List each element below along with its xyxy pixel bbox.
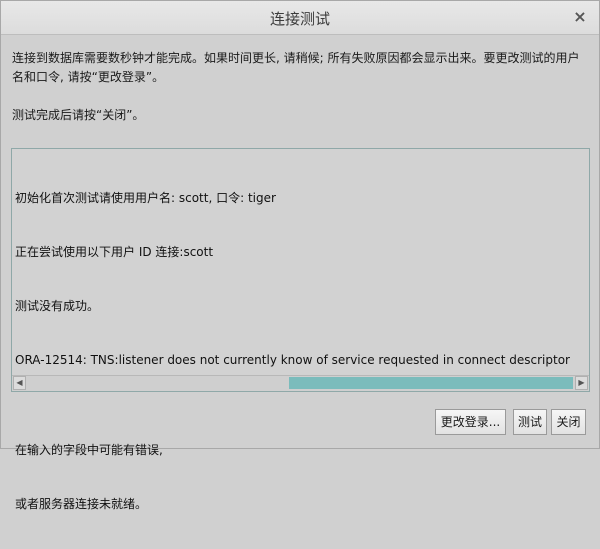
scroll-right-icon[interactable]: ▶ [575, 376, 588, 390]
test-button[interactable]: 测试 [513, 409, 547, 435]
log-text: 初始化首次测试请使用用户名: scott, 口令: tiger 正在尝试使用以下… [15, 153, 570, 549]
log-line: 或者服务器连接未就绪。 [15, 497, 148, 511]
info-line-1: 连接到数据库需要数秒钟才能完成。如果时间更长, 请稍候; 所有失败原因都会显示出… [12, 51, 580, 65]
log-line: 初始化首次测试请使用用户名: scott, 口令: tiger [15, 191, 276, 205]
log-line: 测试没有成功。 [15, 299, 100, 313]
log-line: 在输入的字段中可能有错误, [15, 443, 163, 457]
close-icon[interactable]: × [571, 7, 589, 27]
horizontal-scrollbar[interactable]: ◀ ▶ [12, 375, 589, 391]
close-button[interactable]: 关闭 [551, 409, 586, 435]
connection-test-dialog: 连接测试 × 连接到数据库需要数秒钟才能完成。如果时间更长, 请稍候; 所有失败… [0, 0, 600, 511]
info-text: 连接到数据库需要数秒钟才能完成。如果时间更长, 请稍候; 所有失败原因都会显示出… [12, 49, 587, 125]
log-line: ORA-12514: TNS:listener does not current… [15, 353, 570, 367]
info-line-2: 名和口令, 请按“更改登录”。 [12, 70, 165, 84]
info-line-3: 测试完成后请按“关闭”。 [12, 108, 145, 122]
log-line: 正在尝试使用以下用户 ID 连接:scott [15, 245, 214, 259]
dialog-title: 连接测试 [269, 10, 330, 28]
scroll-left-icon[interactable]: ◀ [13, 376, 26, 390]
change-login-button[interactable]: 更改登录... [435, 409, 506, 435]
test-log-output[interactable]: 初始化首次测试请使用用户名: scott, 口令: tiger 正在尝试使用以下… [11, 148, 590, 511]
scrollbar-thumb[interactable] [289, 377, 573, 389]
title-bar: 连接测试 × [1, 1, 599, 35]
